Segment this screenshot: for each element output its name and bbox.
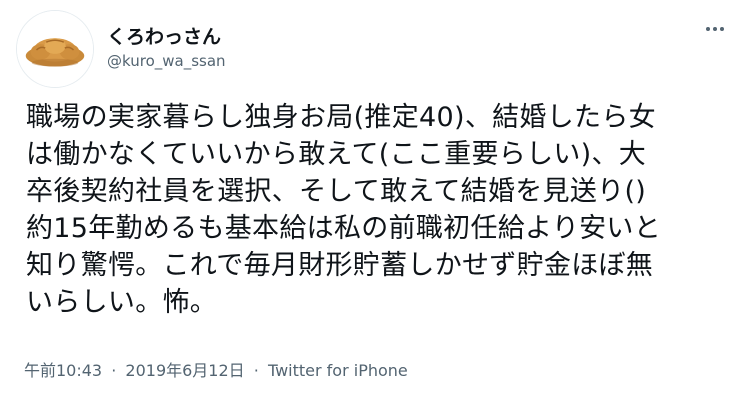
more-horizontal-icon xyxy=(706,27,724,31)
tweet-text-line: 知り驚愕。これで毎月財形貯蓄しかせず貯金ほぼ無 xyxy=(26,250,654,281)
user-handle[interactable]: @kuro_wa_ssan xyxy=(107,52,226,70)
meta-separator: · xyxy=(111,361,117,380)
croissant-icon xyxy=(17,11,93,87)
more-button[interactable] xyxy=(700,14,730,44)
avatar[interactable] xyxy=(16,10,94,88)
tweet-source-link[interactable]: Twitter for iPhone xyxy=(268,361,408,380)
display-name[interactable]: くろわっさん xyxy=(107,22,221,49)
tweet-text-line: は働かなくていいから敢えて(ここ重要らしい)、大 xyxy=(26,139,647,170)
tweet-time[interactable]: 午前10:43 xyxy=(24,361,102,380)
tweet-meta: 午前10:43 · 2019年6月12日 · Twitter for iPhon… xyxy=(24,357,408,381)
tweet-text-line: 約15年勤めるも基本給は私の前職初任給より安いと xyxy=(26,213,662,244)
tweet-text-line: 卒後契約社員を選択、そして敢えて結婚を見送り() xyxy=(26,176,647,207)
tweet-date[interactable]: 2019年6月12日 xyxy=(125,361,244,380)
tweet-text-line: いらしい。怖。 xyxy=(26,287,218,318)
meta-separator: · xyxy=(253,361,259,380)
tweet-text: 職場の実家暮らし独身お局(推定40)、結婚したら女 は働かなくていいから敢えて(… xyxy=(26,99,730,321)
tweet-text-line: 職場の実家暮らし独身お局(推定40)、結婚したら女 xyxy=(26,102,656,133)
tweet-card: くろわっさん @kuro_wa_ssan 職場の実家暮らし独身お局(推定40)、… xyxy=(0,0,748,400)
